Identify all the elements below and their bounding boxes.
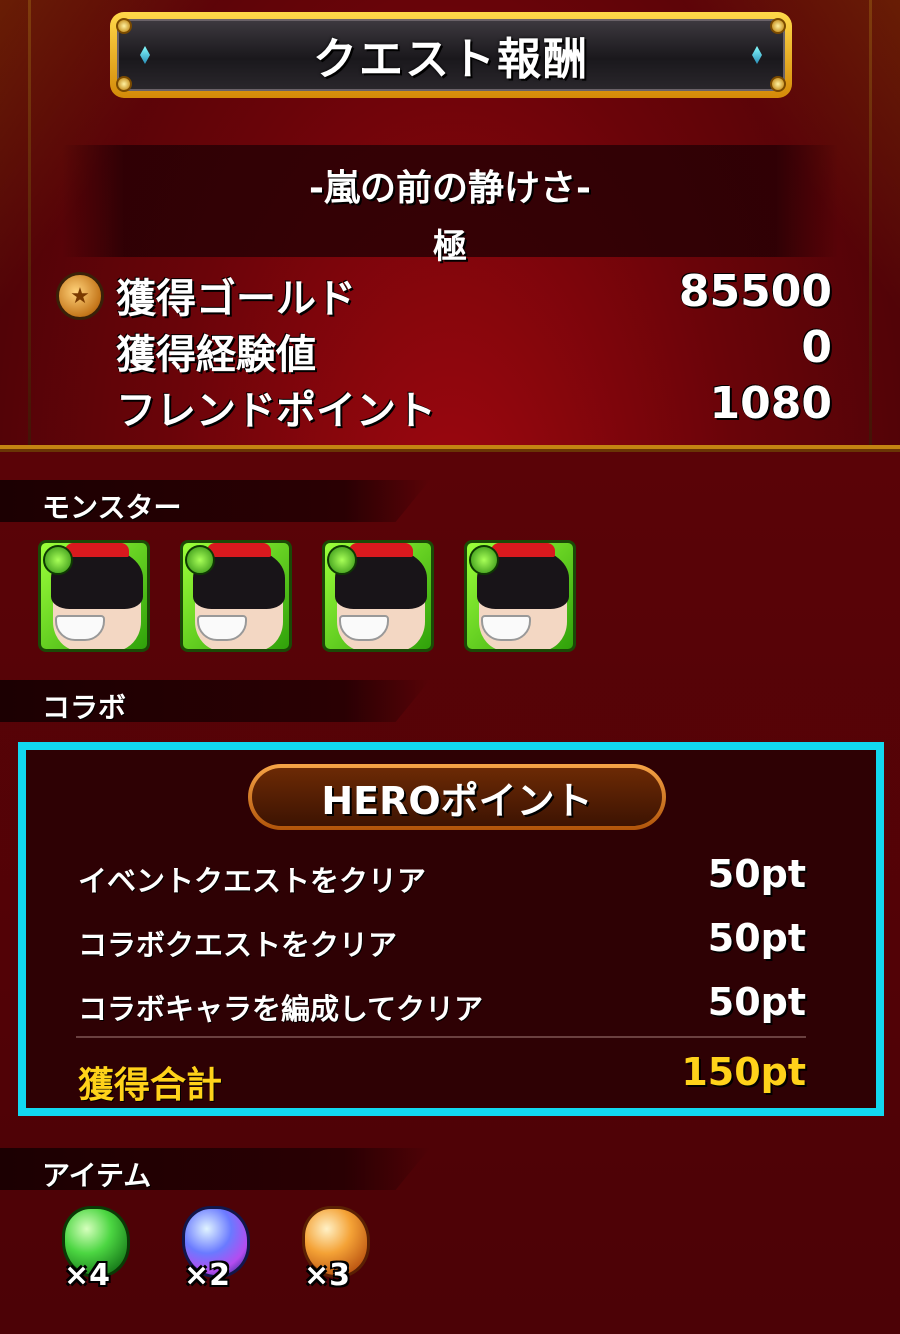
hero-row-value: 50pt	[707, 916, 806, 960]
hero-row-label: コラボキャラを編成してクリア	[78, 992, 484, 1026]
divider	[76, 1036, 806, 1038]
hero-row-value: 50pt	[707, 852, 806, 896]
stat-value: 85500	[678, 266, 832, 317]
hero-points-title-pill: HEROポイント	[248, 764, 666, 830]
hero-row-value: 50pt	[707, 980, 806, 1024]
item-green-gem[interactable]: ×4	[56, 1200, 138, 1293]
monster-portrait-icon[interactable]	[180, 540, 292, 652]
quest-banner: -嵐の前の静けさ- 極	[62, 145, 838, 267]
stat-label: フレンドポイント	[116, 388, 436, 434]
stat-value: 0	[801, 322, 832, 373]
section-label: アイテム	[42, 1159, 152, 1192]
section-header-monster: モンスター	[0, 480, 430, 522]
section-label: コラボ	[42, 691, 127, 724]
stat-value: 1080	[709, 378, 832, 429]
item-blue-gem[interactable]: ×2	[176, 1200, 258, 1293]
monster-portrait-icon[interactable]	[322, 540, 434, 652]
bolt-icon	[770, 76, 786, 92]
hero-points-box: HEROポイント イベントクエストをクリア 50pt コラボクエストをクリア 5…	[18, 742, 884, 1116]
hero-row: コラボキャラを編成してクリア 50pt	[78, 980, 806, 1030]
section-header-collab: コラボ	[0, 680, 430, 722]
stat-label: 獲得ゴールド	[116, 276, 356, 322]
gold-coin-icon: ★	[56, 272, 104, 320]
section-header-item: アイテム	[0, 1148, 430, 1190]
quest-name: -嵐の前の静けさ-	[309, 168, 591, 209]
title-inner: クエスト報酬	[117, 19, 785, 91]
stat-row-friend-points: フレンドポイント 1080	[0, 378, 900, 434]
stat-row-gold: ★ 獲得ゴールド 85500	[0, 266, 900, 322]
hero-total-value: 150pt	[681, 1050, 806, 1094]
hero-total-row: 獲得合計 150pt	[78, 1050, 806, 1106]
monster-portrait-icon[interactable]	[38, 540, 150, 652]
wood-element-icon	[43, 545, 73, 575]
section-label: モンスター	[42, 491, 182, 524]
monster-portrait-icon[interactable]	[464, 540, 576, 652]
title-plate: クエスト報酬	[110, 12, 792, 98]
item-count: ×4	[64, 1258, 111, 1293]
bolt-icon	[770, 18, 786, 34]
hero-row-label: イベントクエストをクリア	[78, 864, 427, 898]
page-title: クエスト報酬	[313, 34, 589, 85]
hero-row: イベントクエストをクリア 50pt	[78, 852, 806, 902]
item-count: ×3	[304, 1258, 351, 1293]
hero-total-label: 獲得合計	[78, 1065, 223, 1106]
wood-element-icon	[327, 545, 357, 575]
bolt-icon	[116, 18, 132, 34]
hero-row-label: コラボクエストをクリア	[78, 928, 398, 962]
stat-label: 獲得経験値	[116, 332, 316, 378]
wood-element-icon	[469, 545, 499, 575]
quest-difficulty: 極	[433, 227, 467, 267]
hero-row: コラボクエストをクリア 50pt	[78, 916, 806, 966]
stat-row-exp: 獲得経験値 0	[0, 322, 900, 378]
hero-points-title: HEROポイント	[252, 768, 662, 826]
item-orange-gem[interactable]: ×3	[296, 1200, 378, 1293]
wood-element-icon	[185, 545, 215, 575]
item-count: ×2	[184, 1258, 231, 1293]
bolt-icon	[116, 76, 132, 92]
